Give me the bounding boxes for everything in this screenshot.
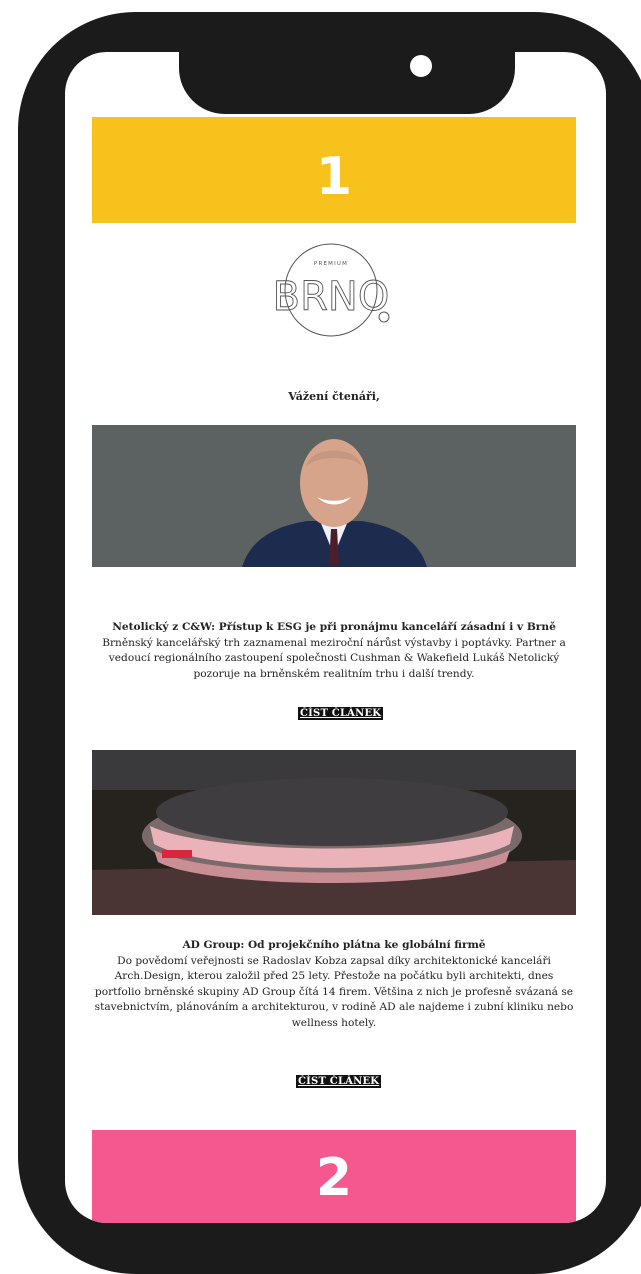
article-photo-arena (92, 750, 576, 915)
read-article-button[interactable]: ČÍST ČLÁNEK (296, 1075, 382, 1088)
camera-dot-icon (410, 55, 432, 77)
article-body: Brněnský kancelářský trh zaznamenal mezi… (102, 636, 566, 680)
article-headline: Netolický z C&W: Přístup k ESG je při pr… (112, 621, 556, 633)
logo-small-text: PREMIUM (314, 261, 348, 267)
email-screen: 1 PREMIUM BRNO Vážení čtenáři, Netolický… (65, 52, 606, 1223)
logo-main-text: BRNO (273, 274, 390, 320)
article-photo-portrait (92, 425, 576, 567)
article-card-1: Netolický z C&W: Přístup k ESG je při pr… (92, 620, 576, 682)
phone-notch (179, 40, 515, 114)
premium-brno-logo: PREMIUM BRNO (272, 243, 390, 337)
article-card-2: AD Group: Od projekčního plátna ke globá… (92, 938, 576, 1032)
article-headline: AD Group: Od projekčního plátna ke globá… (182, 939, 486, 951)
banner-number-1: 1 (92, 117, 576, 223)
banner-number-2: 2 (92, 1130, 576, 1223)
greeting-text: Vážení čtenáři, (288, 390, 380, 403)
article-body: Do povědomí veřejnosti se Radoslav Kobza… (94, 954, 574, 1029)
read-article-button[interactable]: ČÍST ČLÁNEK (298, 707, 384, 720)
